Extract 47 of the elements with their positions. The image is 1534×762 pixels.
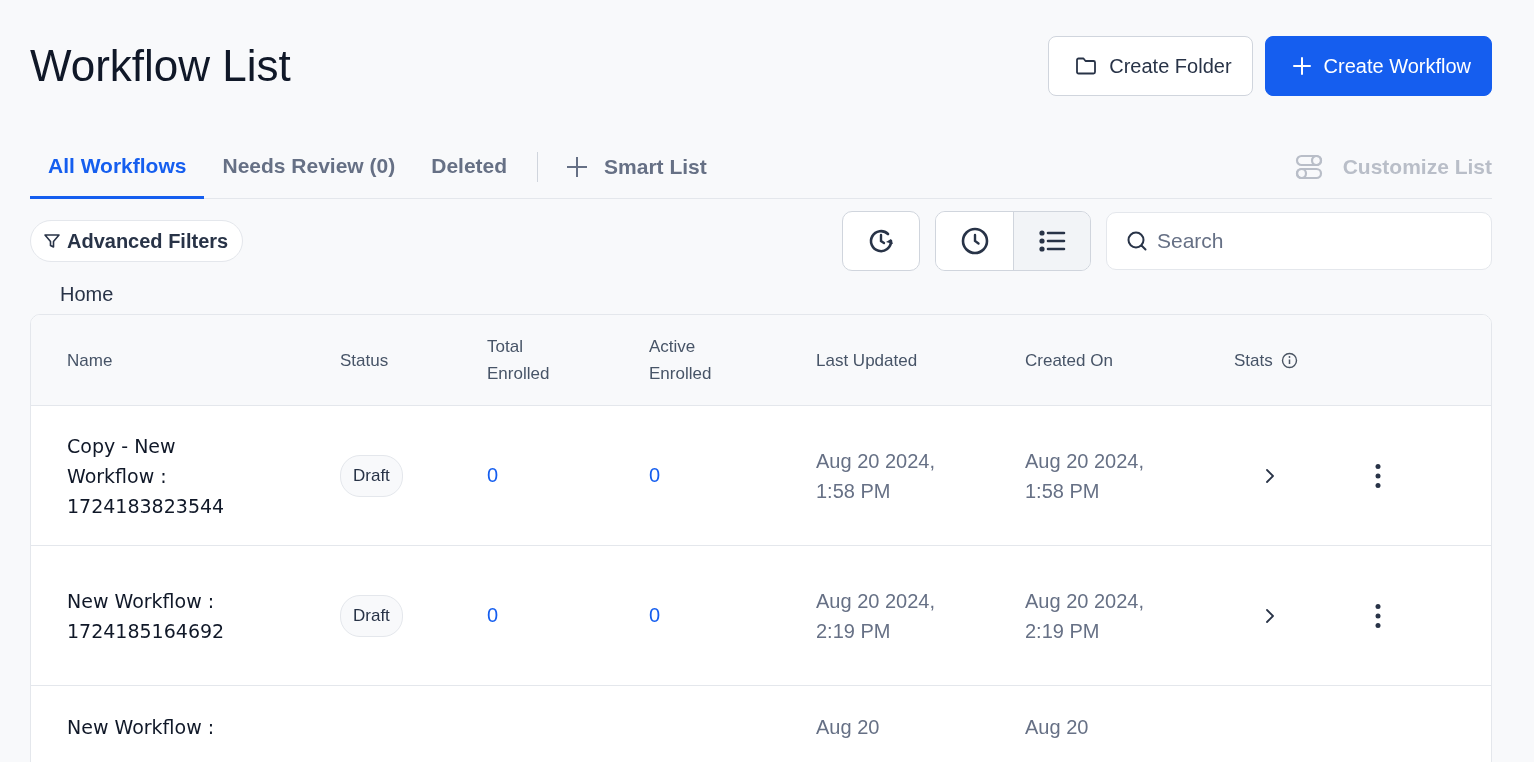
toggles-icon: [1294, 154, 1323, 180]
info-icon: [1280, 351, 1298, 369]
column-header: Last Updated: [816, 349, 918, 372]
total-enrolled-link[interactable]: 0: [487, 604, 499, 627]
last-updated-date: Aug 20 2024, 1:58 PM: [816, 448, 936, 504]
advanced-filters-button[interactable]: Advanced Filters: [30, 220, 244, 262]
plus-icon: [1291, 56, 1312, 76]
list-icon: [1038, 229, 1066, 253]
tab[interactable]: All Workflows: [30, 136, 205, 199]
plus-icon: [566, 156, 589, 178]
active-enrolled-link[interactable]: 0: [649, 464, 661, 487]
smart-list-button[interactable]: Smart List: [554, 147, 719, 187]
list-view-button[interactable]: [1013, 212, 1090, 270]
clock-icon: [959, 226, 990, 256]
status-badge: Draft: [340, 454, 403, 497]
workflow-name[interactable]: New Workflow :: [67, 712, 215, 742]
chevron-right-icon[interactable]: [1264, 466, 1276, 485]
create-workflow-button[interactable]: Create Workflow: [1264, 36, 1492, 96]
create-folder-button[interactable]: Create Folder: [1048, 36, 1253, 96]
active-enrolled-link[interactable]: 0: [649, 604, 661, 627]
more-options-icon[interactable]: [1374, 462, 1382, 489]
search-field[interactable]: Search: [1106, 212, 1492, 270]
column-header: Stats: [1234, 349, 1273, 372]
filter-icon: [43, 232, 61, 250]
workflow-name[interactable]: Copy - New Workflow : 1724183823544: [67, 430, 247, 521]
column-header: Created On: [1025, 349, 1113, 372]
chevron-right-icon[interactable]: [1264, 606, 1276, 625]
tab[interactable]: Needs Review (0): [204, 136, 414, 199]
breadcrumb[interactable]: Home: [60, 283, 114, 306]
created-on-date: Aug 20 2024, 2:19 PM: [1025, 588, 1145, 644]
column-header: Active Enrolled: [649, 336, 713, 385]
column-header: Status: [340, 349, 389, 372]
column-header: Total Enrolled: [487, 336, 551, 385]
workflow-name[interactable]: New Workflow : 1724185164692: [67, 585, 247, 646]
last-updated-date: Aug 20: [816, 715, 880, 740]
page-title: Workflow List: [30, 41, 291, 91]
more-options-icon[interactable]: [1374, 602, 1382, 629]
status-badge: Draft: [340, 594, 403, 637]
created-on-date: Aug 20 2024, 1:58 PM: [1025, 448, 1145, 504]
total-enrolled-link[interactable]: 0: [487, 464, 499, 487]
folder-icon: [1075, 56, 1098, 76]
created-on-date: Aug 20: [1025, 715, 1089, 740]
last-updated-date: Aug 20 2024, 2:19 PM: [816, 588, 936, 644]
clock-view-button[interactable]: [936, 212, 1013, 270]
history-button[interactable]: [842, 211, 920, 271]
column-header: Name: [67, 349, 113, 372]
tab[interactable]: Deleted: [413, 136, 526, 199]
